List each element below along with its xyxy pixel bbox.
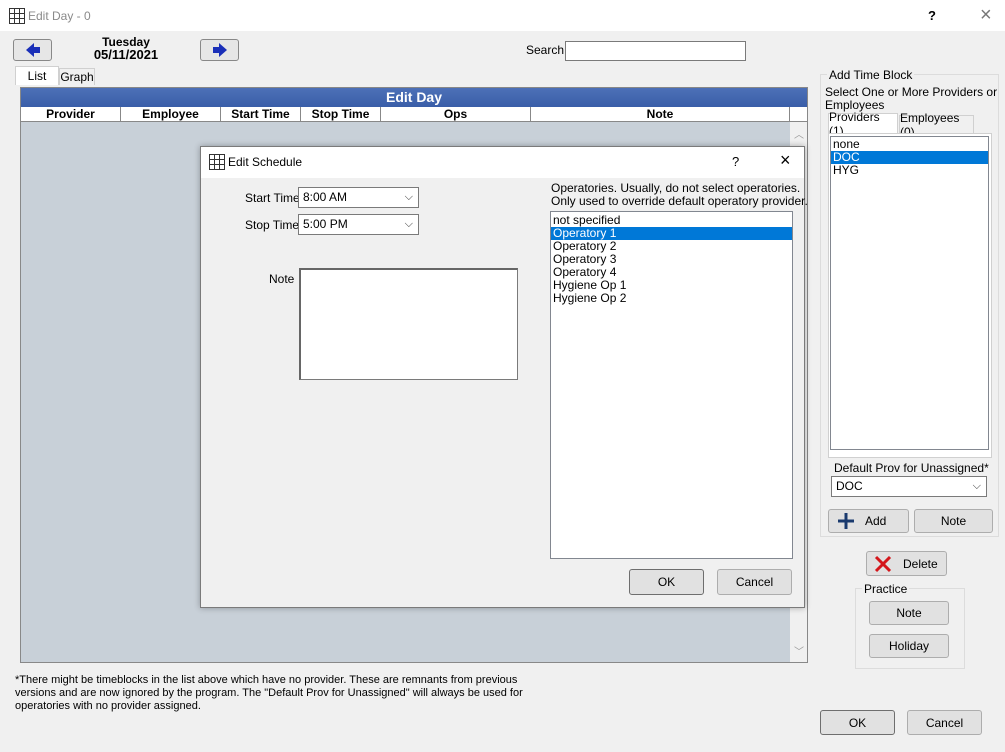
column-employee[interactable]: Employee <box>121 107 221 122</box>
delete-x-icon <box>874 555 892 572</box>
note-textarea[interactable] <box>299 268 518 380</box>
select-providers-instruction-1: Select One or More Providers or <box>825 85 998 99</box>
next-day-button[interactable] <box>200 39 239 61</box>
operatories-listbox[interactable]: not specified Operatory 1 Operatory 2 Op… <box>550 211 793 559</box>
dialog-title: Edit Schedule <box>228 155 303 169</box>
add-button-label: Add <box>865 514 887 528</box>
tab-providers[interactable]: Providers (1) <box>828 110 898 138</box>
dialog-close-button[interactable]: × <box>780 150 791 171</box>
chevron-down-icon: ⌵ <box>404 218 413 230</box>
operatories-hint-2: Only used to override default operatory … <box>551 194 808 208</box>
column-provider[interactable]: Provider <box>21 107 121 122</box>
start-time-combo[interactable]: 8:00 AM ⌵ <box>298 187 419 208</box>
chevron-down-icon: ⌵ <box>972 480 981 492</box>
search-label: Search <box>526 43 565 57</box>
note-label: Note <box>269 272 295 286</box>
close-button[interactable]: × <box>980 4 992 27</box>
column-ops[interactable]: Ops <box>381 107 531 122</box>
previous-day-button[interactable] <box>13 39 52 61</box>
practice-note-button[interactable]: Note <box>869 601 949 625</box>
ok-button[interactable]: OK <box>820 710 895 735</box>
column-start-time[interactable]: Start Time <box>221 107 301 122</box>
help-button[interactable]: ? <box>928 8 936 23</box>
list-item[interactable]: Hygiene Op 2 <box>551 292 792 305</box>
stop-time-combo[interactable]: 5:00 PM ⌵ <box>298 214 419 235</box>
delete-button-label: Delete <box>903 556 938 571</box>
search-input[interactable] <box>565 41 746 61</box>
delete-button[interactable]: Delete <box>866 551 947 576</box>
tab-employees[interactable]: Employees (0) <box>899 111 974 139</box>
dialog-cancel-button[interactable]: Cancel <box>717 569 792 595</box>
add-button[interactable]: Add <box>828 509 909 533</box>
dialog-titlebar: Edit Schedule ? × <box>201 147 804 178</box>
arrow-left-icon <box>25 43 40 57</box>
tab-graph[interactable]: Graph <box>59 68 95 85</box>
add-time-block-title: Add Time Block <box>827 68 915 82</box>
footnote-line-3: operatories with no provider assigned. <box>15 700 201 712</box>
grid-title: Edit Day <box>21 88 807 107</box>
arrow-right-icon <box>212 43 227 57</box>
window-title: Edit Day - 0 <box>28 9 91 23</box>
dialog-grid-icon <box>209 154 225 170</box>
scroll-up-icon[interactable]: ︿ <box>794 126 804 141</box>
plus-icon <box>838 513 854 529</box>
footnote-line-2: versions and are now ignored by the prog… <box>15 687 523 699</box>
practice-title: Practice <box>862 582 910 596</box>
date-label: 05/11/2021 <box>93 47 159 62</box>
default-prov-value: DOC <box>836 479 863 493</box>
list-item[interactable]: HYG <box>831 164 988 177</box>
holiday-button[interactable]: Holiday <box>869 634 949 658</box>
start-time-label: Start Time <box>245 191 300 205</box>
dialog-help-button[interactable]: ? <box>732 154 739 169</box>
chevron-down-icon: ⌵ <box>404 191 413 203</box>
window-titlebar: Edit Day - 0 ? × <box>0 0 1005 32</box>
stop-time-label: Stop Time <box>245 218 300 232</box>
operatories-hint-1: Operatories. Usually, do not select oper… <box>551 181 801 195</box>
dialog-ok-button[interactable]: OK <box>629 569 704 595</box>
cancel-button[interactable]: Cancel <box>907 710 982 735</box>
column-note[interactable]: Note <box>531 107 790 122</box>
stop-time-value: 5:00 PM <box>303 217 348 231</box>
grid-column-headers: Provider Employee Start Time Stop Time O… <box>21 107 807 122</box>
footnote-line-1: *There might be timeblocks in the list a… <box>15 674 518 686</box>
app-grid-icon <box>9 8 25 24</box>
default-prov-label: Default Prov for Unassigned* <box>834 461 989 475</box>
tab-list[interactable]: List <box>15 66 59 85</box>
edit-schedule-dialog: Edit Schedule ? × Start Time 8:00 AM ⌵ S… <box>200 146 808 608</box>
start-time-value: 8:00 AM <box>303 190 348 204</box>
time-block-note-button[interactable]: Note <box>914 509 993 533</box>
providers-listbox[interactable]: none DOC HYG <box>830 136 989 450</box>
column-stop-time[interactable]: Stop Time <box>301 107 381 122</box>
scroll-down-icon[interactable]: ﹀ <box>794 643 804 658</box>
default-prov-combo[interactable]: DOC ⌵ <box>831 476 987 497</box>
